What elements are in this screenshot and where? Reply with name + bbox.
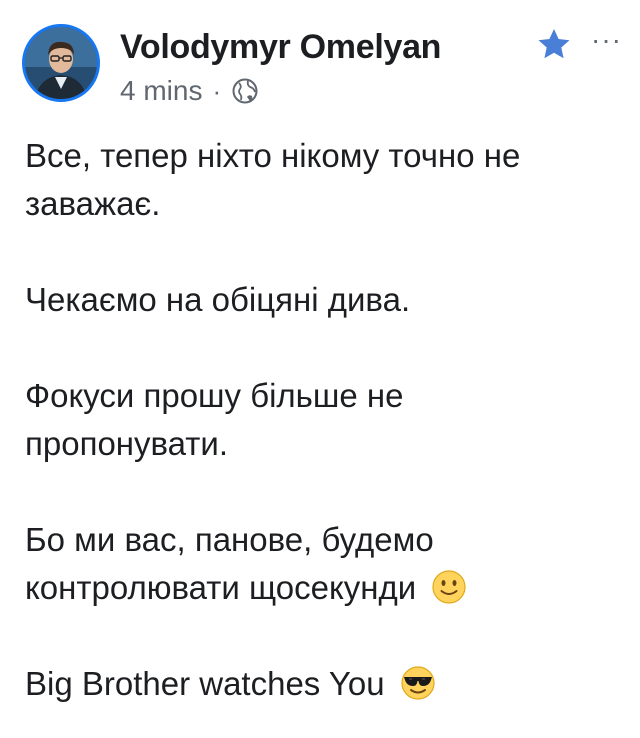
- star-icon[interactable]: [536, 26, 572, 62]
- author-name[interactable]: Volodymyr Omelyan: [120, 28, 441, 67]
- post-text-line: Бо ми вас, панове, будемо: [25, 521, 434, 558]
- sunglasses-face-emoji: [401, 666, 435, 700]
- avatar-photo: [25, 27, 97, 99]
- globe-icon[interactable]: [231, 77, 259, 105]
- post-header: Volodymyr Omelyan 4 mins · ···: [22, 22, 622, 112]
- post-text-line: контролювати щосекунди: [25, 569, 417, 606]
- post-text-line: Фокуси прошу більше не: [25, 377, 404, 414]
- post-text-line: Чекаємо на обіцяні дива.: [25, 281, 411, 318]
- post-paragraph: Фокуси прошу більше не пропонувати.: [25, 372, 625, 468]
- post-text-line: Все, тепер ніхто нікому точно не: [25, 137, 521, 174]
- post-meta: 4 mins ·: [120, 74, 259, 108]
- avatar[interactable]: [22, 24, 100, 102]
- meta-separator: ·: [212, 75, 222, 106]
- post-timestamp[interactable]: 4 mins: [120, 75, 202, 107]
- post-text-line: Big Brother watches You: [25, 665, 385, 702]
- post-paragraph: Big Brother watches You: [25, 660, 625, 708]
- more-options-icon[interactable]: ···: [591, 24, 622, 56]
- post-paragraph: Бо ми вас, панове, будемо контролювати щ…: [25, 516, 625, 612]
- post-text-line: пропонувати.: [25, 425, 229, 462]
- post-paragraph: Чекаємо на обіцяні дива.: [25, 276, 625, 324]
- post-paragraph: Все, тепер ніхто нікому точно не заважає…: [25, 132, 625, 228]
- post-text-line: заважає.: [25, 185, 161, 222]
- slightly-smiling-face-emoji: [432, 570, 466, 604]
- post-body: Все, тепер ніхто нікому точно не заважає…: [25, 132, 625, 708]
